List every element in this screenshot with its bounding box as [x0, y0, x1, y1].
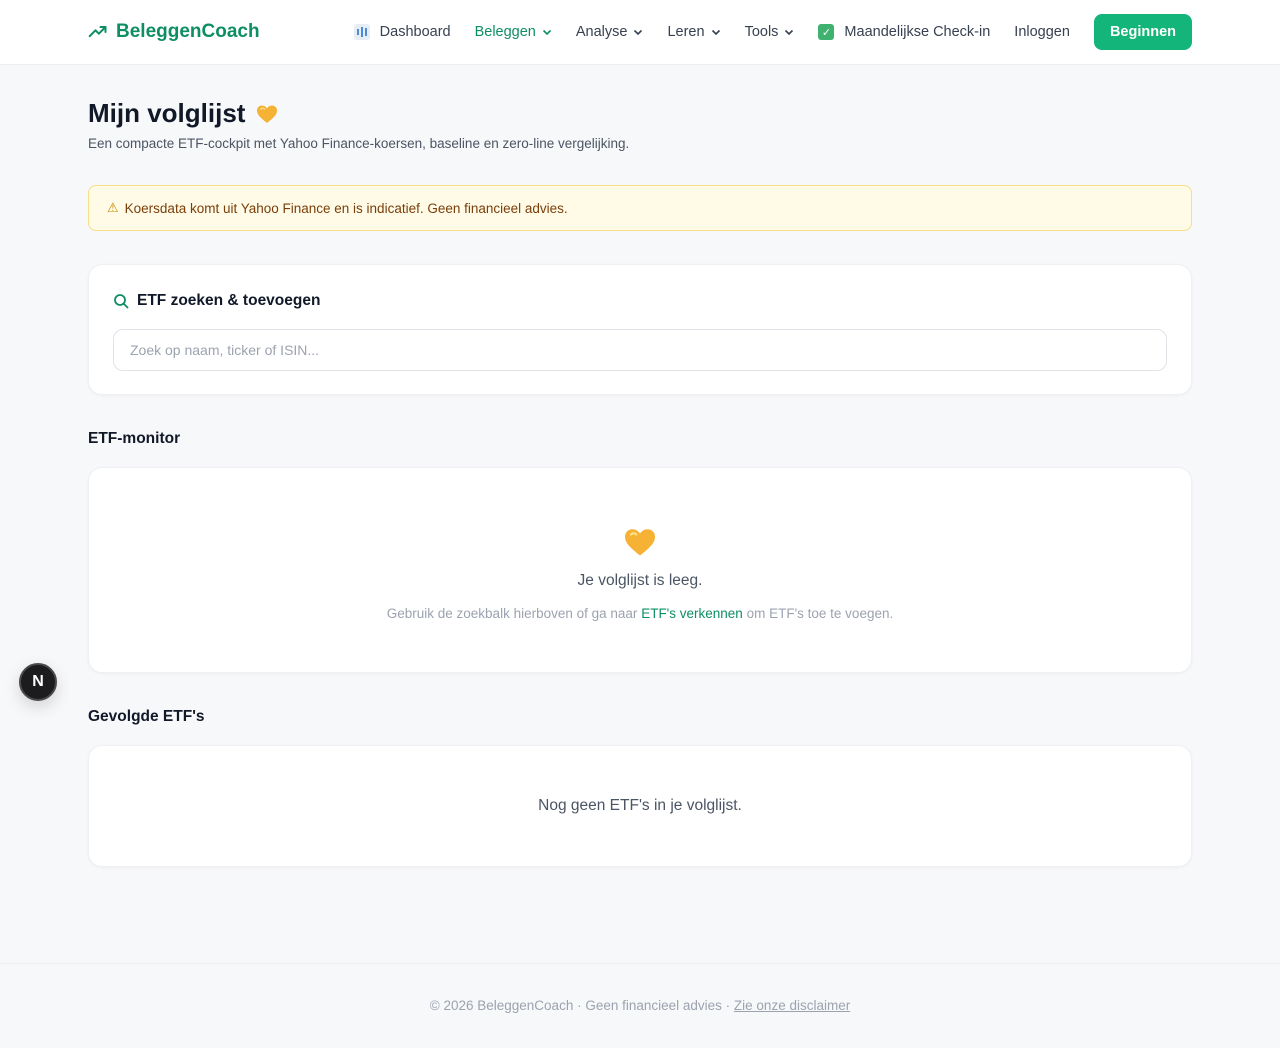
empty-hint-after: om ETF's toe te voegen. [746, 606, 894, 621]
etf-monitor-card: Je volglijst is leeg. Gebruik de zoekbal… [88, 467, 1192, 673]
nav-beleggen-label: Beleggen [474, 24, 536, 40]
empty-watchlist-hint: Gebruik de zoekbalk hierboven of ga naar… [89, 606, 1191, 621]
etf-search-input[interactable] [113, 329, 1167, 371]
disclaimer-text: Koersdata komt uit Yahoo Finance en is i… [124, 200, 568, 216]
dev-tools-letter: N [32, 673, 44, 690]
nav-leren-label: Leren [667, 24, 705, 40]
nav-beleggen[interactable]: Beleggen [475, 24, 552, 40]
page-title: Mijn volglijst [88, 98, 279, 129]
disclaimer-link[interactable]: Zie onze disclaimer [734, 998, 850, 1013]
footer: © 2026 BeleggenCoach · Geen financieel a… [0, 998, 1280, 1013]
nav-login[interactable]: Inloggen [1014, 24, 1070, 40]
chevron-down-icon [711, 29, 720, 36]
page-subtitle: Een compacte ETF-cockpit met Yahoo Finan… [88, 136, 630, 151]
nav-analyse[interactable]: Analyse [576, 24, 644, 40]
dev-tools-button[interactable]: N [19, 663, 57, 701]
brand-logo-link[interactable]: BeleggenCoach [88, 20, 260, 44]
nav-dashboard[interactable]: Dashboard [353, 24, 451, 40]
chevron-down-icon [542, 29, 551, 36]
bar-chart-icon [353, 24, 370, 40]
footer-divider [0, 963, 1280, 964]
nav-analyse-label: Analyse [575, 24, 628, 40]
explore-etfs-link[interactable]: ETF's verkennen [641, 606, 743, 621]
empty-watchlist-title: Je volglijst is leeg. [577, 572, 703, 589]
etf-monitor-title: ETF-monitor [88, 430, 181, 447]
search-icon [114, 294, 129, 309]
trending-up-icon [88, 26, 107, 38]
disclaimer-banner: ⚠ Koersdata komt uit Yahoo Finance en is… [88, 185, 1192, 231]
warning-icon: ⚠ [107, 200, 119, 215]
top-navigation-bar: BeleggenCoach Dashboard Beleggen Analyse… [0, 0, 1280, 65]
search-heading-text: ETF zoeken & toevoegen [137, 292, 321, 309]
main-nav: Dashboard Beleggen Analyse Leren Tools ✓… [353, 14, 1192, 50]
chevron-down-icon [785, 29, 794, 36]
etf-search-card: ETF zoeken & toevoegen [88, 264, 1192, 395]
search-heading: ETF zoeken & toevoegen [113, 292, 320, 310]
yellow-heart-icon [625, 529, 655, 556]
followed-etfs-card: Nog geen ETF's in je volglijst. [88, 745, 1192, 867]
footer-text: © 2026 BeleggenCoach · Geen financieel a… [429, 998, 731, 1013]
nav-dashboard-label: Dashboard [379, 24, 451, 40]
checkbox-icon: ✓ [818, 24, 835, 40]
yellow-heart-icon [257, 105, 278, 123]
nav-checkin-label: Maandelijkse Check-in [844, 24, 991, 40]
nav-tools-label: Tools [744, 24, 779, 40]
empty-hint-before: Gebruik de zoekbalk hierboven of ga naar [386, 606, 638, 621]
chevron-down-icon [634, 29, 643, 36]
nav-tools[interactable]: Tools [745, 24, 795, 40]
followed-empty-text: Nog geen ETF's in je volglijst. [538, 797, 742, 814]
nav-leren[interactable]: Leren [667, 24, 720, 40]
followed-etfs-title: Gevolgde ETF's [88, 708, 205, 725]
page-title-text: Mijn volglijst [88, 98, 246, 128]
nav-checkin[interactable]: ✓ Maandelijkse Check-in [818, 24, 990, 40]
start-button[interactable]: Beginnen [1093, 14, 1192, 50]
nav-login-label: Inloggen [1014, 24, 1070, 40]
brand-name: BeleggenCoach [116, 21, 260, 42]
